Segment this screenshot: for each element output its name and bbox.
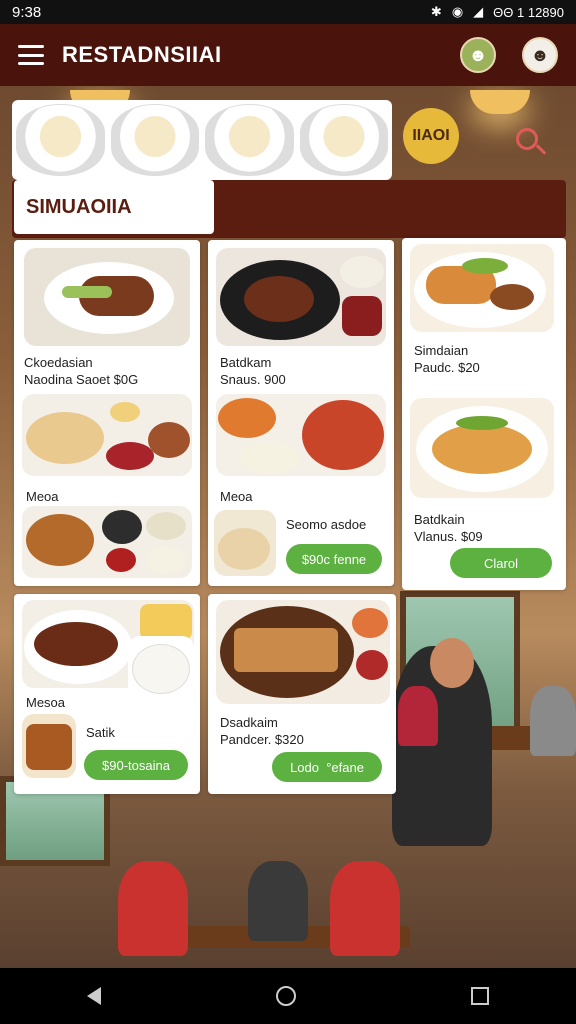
order-button[interactable]: Lodo °efane [272,752,382,782]
dish-name: Simdaian [414,343,469,358]
recent-apps-icon[interactable] [470,987,489,1005]
dish-image [22,506,192,578]
dish-price: Pandcer. $320 [220,732,304,747]
dish-image [410,244,554,332]
dish-name: Dsadkaim [220,715,278,730]
dish-price: Snaus. 900 [220,372,286,387]
avatar[interactable]: ☻ [460,37,496,73]
dish-price: Vlanus. $09 [414,529,483,544]
section-title: SIMUAOIIA [14,180,214,234]
dish-name: Ckoedasian [24,355,93,370]
menu-card[interactable]: Batdkam Snaus. 900 Meoa Seomo asdoe $90c… [208,240,394,586]
signal-icon: ◢ [473,4,484,19]
app-title: RESTADNSIIAI [62,42,222,67]
status-bar: 9:38 ✱ ◉ ◢ ΘΘ 1 12890 [0,0,576,24]
dish-description: Seomo asdoe [286,517,367,532]
order-button[interactable]: Clarol [450,548,552,578]
dish-image [22,394,192,476]
status-text: ΘΘ 1 12890 [493,4,564,20]
dish-price: Naodina Saoet $0G [24,372,139,387]
dish-image [410,398,554,498]
dish-label: Meoa [26,489,59,504]
profile-avatar[interactable]: ☻ [522,37,558,73]
menu-card[interactable]: Ckoedasian Naodina Saoet $0G Meoa [14,240,200,586]
home-icon[interactable] [275,986,296,1006]
dish-label: Meoa [220,489,253,504]
menu-icon[interactable] [18,45,44,65]
dish-name: Batdkam [220,355,272,370]
food-banner[interactable] [12,100,392,180]
order-button[interactable]: $90c fenne [286,544,382,574]
dish-image [214,510,276,576]
dish-price: Paudc. $20 [414,360,480,375]
menu-card[interactable]: Simdaian Paudc. $20 Batdkain Vlanus. $09… [402,238,566,590]
app-bar: RESTADNSIIAI ☻ ☻ [0,24,576,86]
dish-image [216,600,390,704]
system-nav-bar [0,968,576,1024]
dish-image [24,248,190,346]
order-button[interactable]: $90-tosaina [84,750,188,780]
dish-label: Mesoa [26,695,66,710]
dish-image [216,248,386,346]
dish-image [128,636,194,700]
menu-card[interactable]: Dsadkaim Pandcer. $320 Lodo °efane [208,594,396,794]
location-icon: ◉ [451,4,464,19]
search-icon[interactable] [512,124,548,160]
status-time: 9:38 [12,3,42,21]
menu-card[interactable]: Mesoa Satik $90-tosaina [14,594,200,794]
back-icon[interactable] [87,987,102,1005]
bluetooth-icon: ✱ [430,4,442,19]
dish-description: Satik [86,725,115,740]
dish-name: Batdkain [414,512,465,527]
promo-badge[interactable]: IIAOI [403,108,459,164]
dish-image [216,394,386,476]
dish-image [22,714,76,778]
